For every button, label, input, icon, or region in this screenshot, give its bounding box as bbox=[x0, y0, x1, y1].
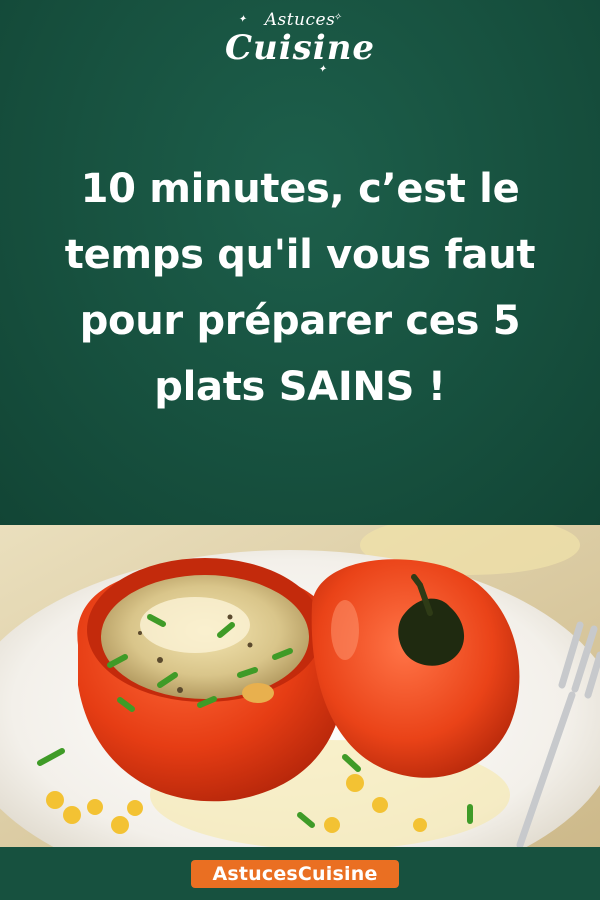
footer-bar: AstucesCuisine bbox=[0, 847, 600, 900]
header-panel: Astuces Cuisine ✦ ✧ ✦ 10 minutes, c’est … bbox=[0, 0, 600, 525]
logo-line-2: Cuisine bbox=[224, 28, 376, 68]
sparkle-icon: ✦ bbox=[238, 14, 247, 25]
headline-line: temps qu'il vous faut bbox=[64, 232, 536, 278]
logo-line-1: Astuces bbox=[264, 10, 336, 30]
headline-line: plats SAINS ! bbox=[154, 364, 446, 410]
site-logo[interactable]: Astuces Cuisine ✦ ✧ ✦ bbox=[0, 6, 600, 76]
headline-line: 10 minutes, c’est le bbox=[80, 166, 520, 212]
food-photo bbox=[0, 525, 600, 847]
headline-line: pour préparer ces 5 bbox=[79, 298, 521, 344]
sparkle-icon: ✦ bbox=[318, 64, 327, 75]
stuffed-tomato-egg-icon bbox=[0, 525, 600, 847]
brand-badge[interactable]: AstucesCuisine bbox=[191, 860, 399, 888]
sparkle-icon: ✧ bbox=[333, 12, 342, 23]
headline: 10 minutes, c’est le temps qu'il vous fa… bbox=[20, 156, 580, 420]
